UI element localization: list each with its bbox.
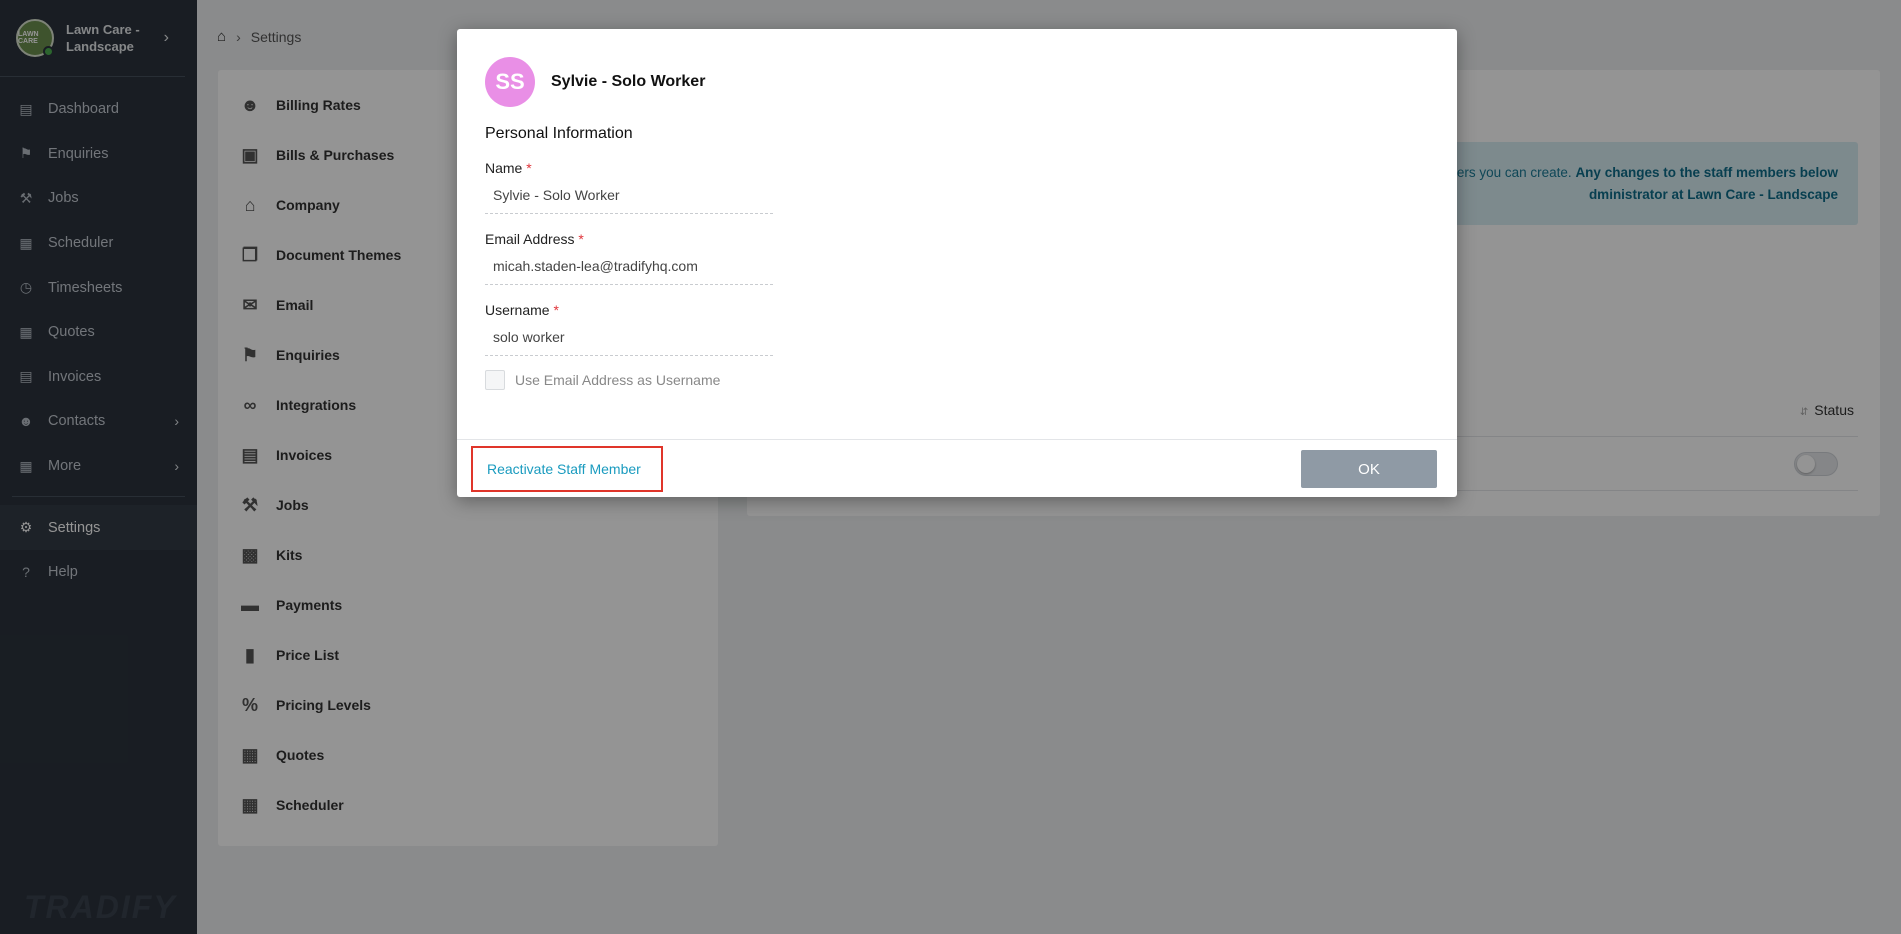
dialog-header: SS Sylvie - Solo Worker: [457, 29, 1457, 107]
email-label-text: Email Address: [485, 231, 575, 247]
username-label: Username *: [485, 302, 1429, 318]
required-marker: *: [578, 231, 584, 247]
dialog-footer: Reactivate Staff Member OK: [457, 439, 1457, 497]
required-marker: *: [553, 302, 559, 318]
username-label-text: Username: [485, 302, 550, 318]
username-input[interactable]: solo worker: [485, 318, 773, 356]
email-input[interactable]: micah.staden-lea@tradifyhq.com: [485, 247, 773, 285]
email-field-group: Email Address * micah.staden-lea@tradify…: [485, 231, 1429, 285]
name-field-group: Name * Sylvie - Solo Worker: [485, 160, 1429, 214]
reactivate-staff-member-link[interactable]: Reactivate Staff Member: [471, 446, 663, 492]
checkbox-label: Use Email Address as Username: [515, 372, 721, 388]
ok-button[interactable]: OK: [1301, 450, 1437, 488]
name-label-text: Name: [485, 160, 523, 176]
avatar: SS: [485, 57, 535, 107]
required-marker: *: [526, 160, 532, 176]
name-label: Name *: [485, 160, 1429, 176]
dialog-title: Sylvie - Solo Worker: [551, 73, 706, 90]
section-title: Personal Information: [485, 125, 633, 142]
use-email-as-username[interactable]: Use Email Address as Username: [485, 370, 1429, 390]
username-field-group: Username * solo worker: [485, 302, 1429, 356]
staff-member-dialog: SS Sylvie - Solo Worker Personal Informa…: [457, 29, 1457, 497]
use-email-checkbox[interactable]: [485, 370, 505, 390]
email-label: Email Address *: [485, 231, 1429, 247]
name-input[interactable]: Sylvie - Solo Worker: [485, 176, 773, 214]
